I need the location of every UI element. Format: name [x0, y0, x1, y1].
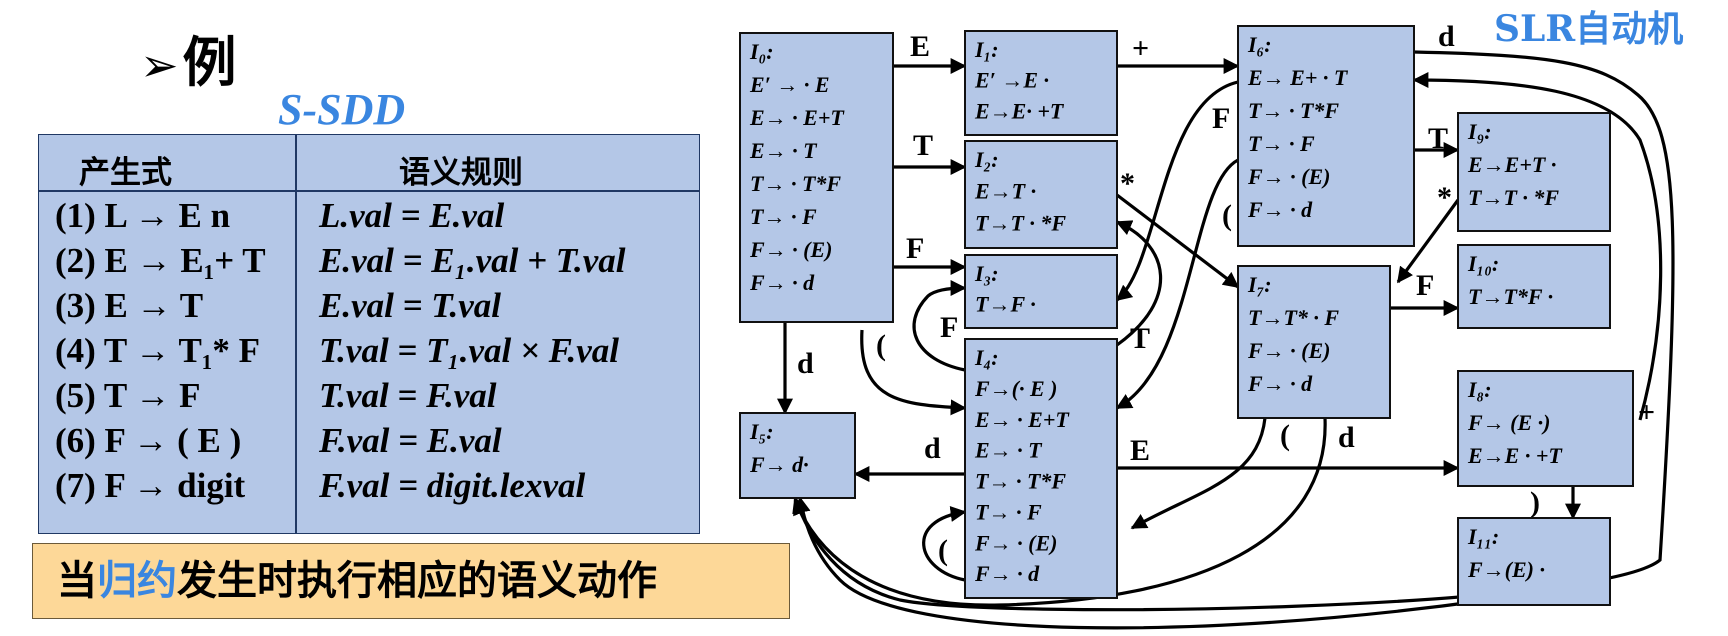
state-i2: I₂: E→T · T→T · *F — [964, 140, 1118, 249]
label-I6-I9: T — [1428, 122, 1448, 155]
state-label: I₅: — [749, 419, 774, 444]
state-item: E→ E+ · T — [1247, 65, 1349, 90]
state-item: F→ (E ·) — [1467, 410, 1551, 435]
state-item: T→T*F · — [1468, 284, 1553, 309]
label-I1-I6: + — [1132, 32, 1149, 65]
label-I0-I1: E — [910, 30, 930, 63]
state-item: E′ →E · — [974, 68, 1049, 93]
state-item: T→T · *F — [975, 210, 1066, 235]
state-item: T→ · F — [975, 499, 1042, 524]
state-i8: I₈: F→ (E ·) E→E · +T — [1457, 370, 1634, 487]
state-item: T→ · F — [1248, 131, 1315, 156]
state-item: T→T · *F — [1468, 185, 1559, 210]
state-item: F→ · d — [1247, 197, 1313, 222]
label-I9-I7: * — [1437, 181, 1452, 214]
state-item: F→ · d — [974, 561, 1040, 586]
label-I0-I5: d — [797, 347, 814, 380]
label-I0-I4: ( — [876, 329, 886, 362]
state-item: E→ · T — [974, 438, 1043, 463]
state-label: I₉: — [1467, 119, 1492, 144]
state-i0: I₀: E′ → · E E→ · E+T E→ · T T→ · T*F T→ · F F… — [739, 32, 894, 323]
state-item: E→T · — [974, 179, 1036, 204]
state-item: F→ · (E) — [974, 530, 1058, 555]
state-item: F→(E) · — [1467, 557, 1545, 582]
label-I7-I10: F — [1416, 269, 1434, 302]
state-label: I₈: — [1467, 377, 1492, 402]
state-item: T→T* · F — [1248, 305, 1339, 330]
state-item: E→ · E+T — [749, 105, 845, 130]
state-i6: I₆: E→ E+ · T T→ · T*F T→ · F F→ · (E) F→ · d — [1237, 25, 1415, 247]
state-label: I₀: — [749, 39, 774, 64]
state-label: I₁₀: — [1467, 251, 1499, 276]
state-item: E→E+T · — [1467, 152, 1556, 177]
state-i7: I₇: T→T* · F F→ · (E) F→ · d — [1237, 265, 1391, 419]
state-label: I₂: — [974, 147, 999, 172]
label-I4-I3: F — [940, 311, 958, 344]
label-I4-I8: E — [1130, 434, 1150, 467]
label-I6-I3: F — [1212, 102, 1230, 135]
state-i10: I₁₀: T→T*F · — [1457, 244, 1611, 329]
edge-I7-I4 — [1130, 417, 1267, 530]
state-label: I₃: — [974, 261, 999, 286]
slr-automaton: E T F d ( + * T F ( d * F ( d d E F T ( … — [739, 20, 1675, 630]
state-item: E→ · T — [749, 138, 818, 163]
state-i11: I₁₁: F→(E) · — [1457, 517, 1611, 606]
state-item: F→ · (E) — [1247, 164, 1331, 189]
state-item: T→ · F — [750, 204, 817, 229]
state-label: I₆: — [1247, 32, 1272, 57]
state-item: F→ · (E) — [1247, 338, 1331, 363]
label-I0-I3: F — [906, 232, 924, 265]
state-item: F→ · (E) — [749, 237, 833, 262]
label-I0-I2: T — [913, 129, 933, 162]
state-i5: I₅: F→ d· — [739, 412, 856, 499]
state-item: F→ d· — [749, 452, 809, 477]
state-label: I₁: — [974, 37, 999, 62]
edge-I6-I4 — [1115, 158, 1239, 410]
state-item: T→ · T*F — [750, 171, 841, 196]
state-item: E′ → · E — [749, 72, 830, 97]
label-I4-I4: ( — [938, 534, 948, 567]
state-label: I₁₁: — [1467, 524, 1499, 549]
state-label: I₇: — [1247, 272, 1272, 297]
state-i3: I₃: T→F · — [964, 254, 1118, 329]
label-I7-I5: d — [1338, 421, 1355, 454]
label-I7-I4: ( — [1280, 419, 1290, 452]
diagram-root: ➢例 S-SDD 产生式 语义规则 (1) L → E n L.val = E.… — [0, 0, 1728, 636]
state-item: T→F · — [975, 292, 1036, 317]
state-layer: I₀: E′ → · E E→ · E+T E→ · T T→ · T*F T→ · F F… — [739, 25, 1634, 606]
state-label: I₄: — [974, 345, 999, 370]
state-i9: I₉: E→E+T · T→T · *F — [1457, 112, 1611, 232]
state-item: F→ · d — [749, 270, 815, 295]
label-I4-I2: T — [1130, 322, 1150, 355]
state-item: E→E · +T — [1467, 443, 1563, 468]
state-item: T→ · T*F — [1248, 98, 1339, 123]
label-I4-I5: d — [924, 432, 941, 465]
state-i1: I₁: E′ →E · E→E· +T — [964, 30, 1118, 136]
label-I8-I11: ) — [1530, 486, 1540, 519]
state-item: E→ · E+T — [974, 407, 1070, 432]
label-I6-I4: ( — [1222, 199, 1232, 232]
label-I2-I7: * — [1120, 167, 1135, 200]
label-I6-I5: d — [1438, 20, 1455, 53]
state-item: E→E· +T — [974, 98, 1065, 123]
state-item: T→ · T*F — [975, 469, 1066, 494]
state-i4: I₄: F→(· E ) E→ · E+T E→ · T T→ · T*F T→ · F F… — [964, 338, 1118, 599]
state-item: F→ · d — [1247, 371, 1313, 396]
state-item: F→(· E ) — [974, 376, 1058, 401]
label-I8-I6: + — [1638, 396, 1655, 429]
